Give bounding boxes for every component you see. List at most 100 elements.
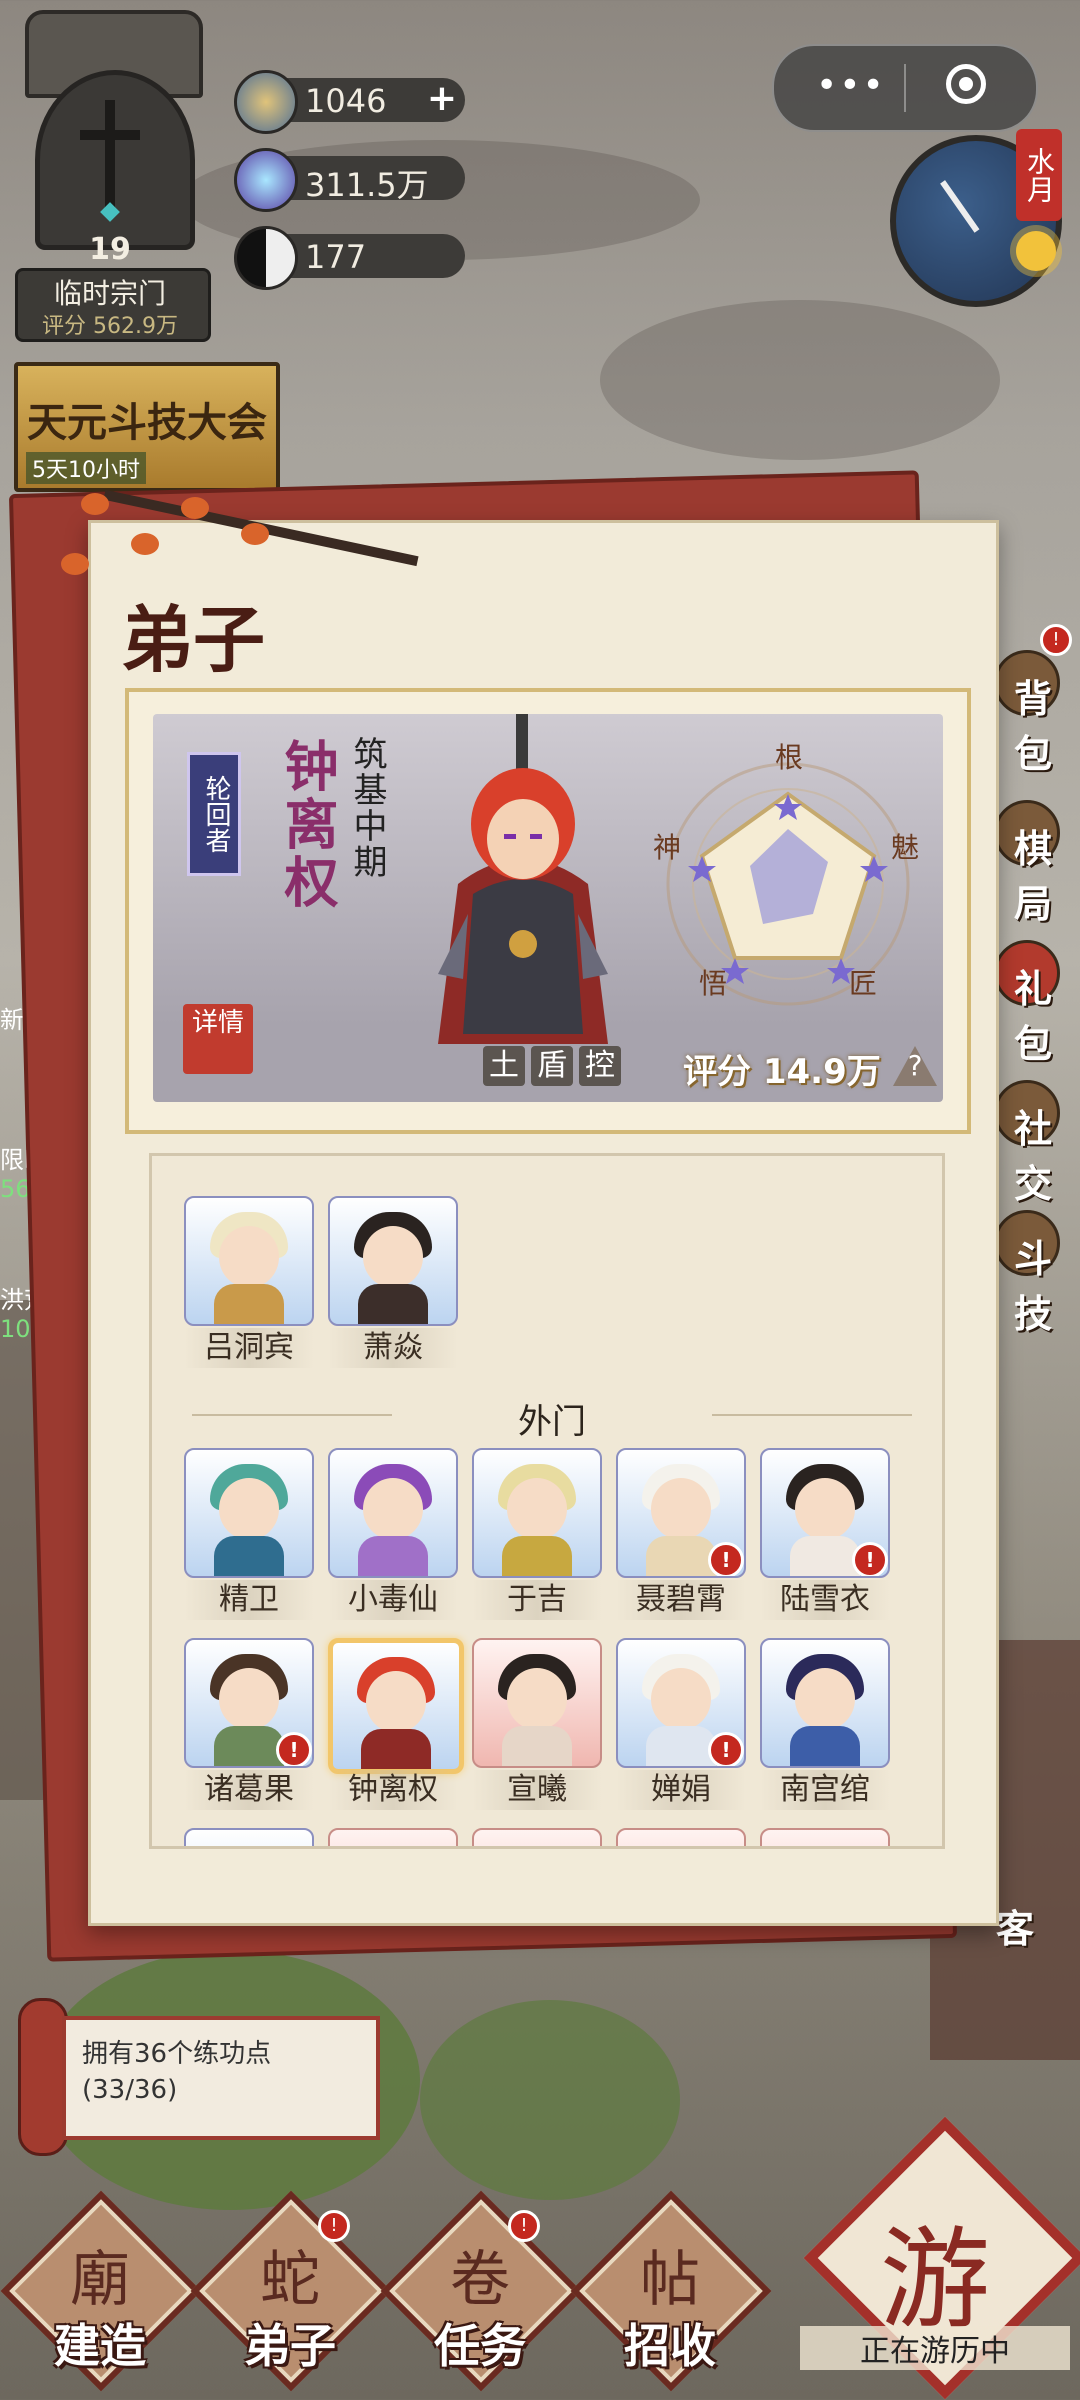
- disciple-name: 精卫: [184, 1580, 314, 1620]
- nav-label: 招收: [624, 2319, 716, 2373]
- disciple-portrait-partial[interactable]: [616, 1828, 746, 1846]
- disciple-portrait: [472, 1638, 602, 1768]
- more-menu-button[interactable]: •••: [816, 68, 886, 104]
- nav-label: 建造: [54, 2319, 146, 2373]
- nav-build[interactable]: 廟 建造: [0, 2190, 202, 2400]
- sect-emblem[interactable]: 19 临时宗门 评分 562.9万: [10, 10, 211, 342]
- snake-icon: 蛇: [260, 2245, 320, 2315]
- disciple-card[interactable]: ! 聂碧霄: [616, 1448, 746, 1628]
- hero-realm: 筑基中期: [347, 736, 387, 880]
- sect-score: 评分 562.9万: [42, 314, 178, 339]
- disciple-portrait-partial[interactable]: [472, 1828, 602, 1846]
- day-clock[interactable]: 水月: [890, 129, 1062, 307]
- right-tab-label: 斗技: [1014, 1236, 1053, 1336]
- disciple-card[interactable]: 宣曦: [472, 1638, 602, 1818]
- disciple-card[interactable]: ! 陆雪衣: [760, 1448, 890, 1628]
- right-tab-gift[interactable]: 礼包: [990, 940, 1080, 1066]
- disciple-card[interactable]: 吕洞宾: [184, 1196, 314, 1376]
- nav-tasks[interactable]: 卷 任务 !: [380, 2190, 582, 2400]
- coin-icon: [234, 70, 298, 134]
- disciple-name: 小毒仙: [328, 1580, 458, 1620]
- right-tab-label: 社交: [1014, 1106, 1053, 1206]
- task-text: 拥有36个练功点(33/36): [82, 2039, 272, 2105]
- disciple-portrait-partial[interactable]: [328, 1828, 458, 1846]
- role-badge: 轮回者: [187, 752, 241, 876]
- event-time: 5天10小时: [26, 452, 146, 484]
- sect-level: 19: [89, 232, 131, 267]
- disciple-name: 宣曦: [472, 1770, 602, 1810]
- element-tag: 土: [483, 1046, 525, 1086]
- nav-label: 弟子: [244, 2319, 336, 2373]
- disciple-name: 陆雪衣: [760, 1580, 890, 1620]
- disciple-card[interactable]: 萧焱: [328, 1196, 458, 1376]
- scroll-roll: [18, 1998, 68, 2156]
- disciple-name: 诸葛果: [184, 1770, 314, 1810]
- travel-button[interactable]: 游 正在游历中: [800, 2116, 1080, 2400]
- disciple-name: 南宫绾: [760, 1770, 890, 1810]
- disciple-name: 吕洞宾: [184, 1328, 314, 1368]
- disciple-card[interactable]: ! 诸葛果: [184, 1638, 314, 1818]
- alert-icon: !: [708, 1542, 744, 1576]
- emblem-shield: [35, 70, 195, 250]
- role-tag: 盾: [531, 1046, 573, 1086]
- disciple-card[interactable]: 南宫绾: [760, 1638, 890, 1818]
- alert-icon: !: [276, 1732, 312, 1766]
- sect-name: 临时宗门: [53, 277, 166, 310]
- disciple-card[interactable]: 钟离权: [328, 1638, 464, 1818]
- disciple-portrait: [184, 1196, 314, 1326]
- detail-button[interactable]: 详情: [183, 1004, 253, 1074]
- disciple-card[interactable]: ! 婵娟: [616, 1638, 746, 1818]
- nav-disciples[interactable]: 蛇 弟子 !: [190, 2190, 392, 2400]
- radar-label-charm: 魅: [891, 831, 920, 864]
- disciple-card[interactable]: 小毒仙: [328, 1448, 458, 1628]
- resource-coin[interactable]: 1046 +: [234, 70, 465, 134]
- add-coin-button[interactable]: +: [427, 78, 457, 119]
- right-tab-chess[interactable]: 棋局: [990, 800, 1080, 926]
- radar-label-spirit: 神: [653, 831, 682, 864]
- right-tab-social[interactable]: 社交: [990, 1080, 1080, 1206]
- resource-crystal[interactable]: 311.5万: [234, 148, 465, 212]
- plum-branch-decoration: [61, 483, 441, 593]
- hero-portrait[interactable]: [418, 714, 628, 1074]
- disciple-card[interactable]: 精卫: [184, 1448, 314, 1628]
- task-scroll[interactable]: 拥有36个练功点(33/36): [18, 1998, 380, 2156]
- right-tab-guest[interactable]: 客: [990, 1880, 1080, 1960]
- section-header-outer: 外门: [192, 1394, 912, 1442]
- resource-yinyang[interactable]: 177: [234, 226, 465, 290]
- sun-icon: [1016, 231, 1056, 271]
- radar-label-root: 根: [775, 741, 804, 774]
- task-box: 拥有36个练功点(33/36): [62, 2016, 380, 2140]
- hero-name: 钟离权: [275, 738, 339, 912]
- disciple-name: 于吉: [472, 1580, 602, 1620]
- right-tab-label: 背包: [1014, 676, 1053, 776]
- clock-tag: 水月: [1016, 129, 1062, 221]
- disciple-grid: 吕洞宾 萧焱 外门 精卫 小毒仙 于吉 ! 聂碧霄 ! 陆雪衣 ! 诸葛果 钟离…: [149, 1153, 945, 1849]
- bg-tree: [420, 2000, 680, 2200]
- disciple-portrait-selected: [328, 1638, 464, 1774]
- modal-title: 弟子: [121, 597, 266, 682]
- hero-tags: 土盾控: [483, 1046, 627, 1086]
- invitation-card-icon: 帖: [640, 2245, 700, 2315]
- disciple-portrait: [184, 1448, 314, 1578]
- crystal-value: 311.5万: [305, 166, 429, 204]
- event-banner[interactable]: 天元斗技大会 5天10小时: [14, 362, 280, 492]
- nav-label: 任务: [434, 2319, 526, 2373]
- right-tab-label: 礼包: [1014, 966, 1053, 1066]
- right-tab-arena[interactable]: 斗技: [990, 1210, 1080, 1336]
- alert-icon: !: [708, 1732, 744, 1766]
- disciple-portrait: !: [616, 1638, 746, 1768]
- event-title: 天元斗技大会: [27, 399, 267, 446]
- disciple-portrait-partial[interactable]: [760, 1828, 890, 1846]
- disciple-portrait-partial[interactable]: [184, 1828, 314, 1846]
- bg-mountain: [600, 300, 1000, 460]
- building-icon: 廟: [70, 2245, 130, 2315]
- disciple-portrait: [328, 1448, 458, 1578]
- nav-recruit[interactable]: 帖 招收: [570, 2190, 772, 2400]
- crystal-icon: [234, 148, 298, 212]
- yinyang-value: 177: [305, 238, 367, 276]
- right-tab-bag[interactable]: 背包 !: [990, 624, 1080, 776]
- disciple-card[interactable]: 于吉: [472, 1448, 602, 1628]
- hero-card: 轮回者 钟离权 筑基中期 详情 根 魅 匠 悟 神 土 盾 控 评分 14.9万…: [125, 688, 971, 1134]
- help-icon[interactable]: ?: [893, 1046, 937, 1086]
- close-target-icon[interactable]: [946, 64, 986, 104]
